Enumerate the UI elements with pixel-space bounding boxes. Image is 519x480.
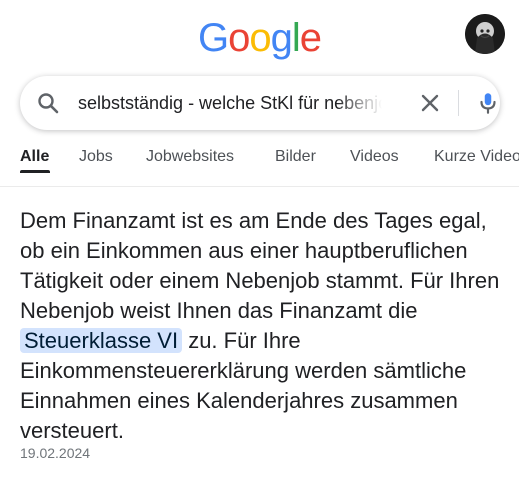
tab-videos[interactable]: Videos — [350, 148, 399, 166]
header: Google — [0, 0, 519, 72]
tabs-divider — [0, 186, 519, 187]
tab-short-videos[interactable]: Kurze Videos — [434, 148, 519, 166]
snippet-text-before: Dem Finanzamt ist es am Ende des Tages e… — [20, 208, 500, 323]
tab-jobwebsites[interactable]: Jobwebsites — [146, 148, 234, 166]
mic-icon[interactable] — [475, 90, 501, 116]
tab-jobs[interactable]: Jobs — [79, 148, 113, 166]
featured-snippet-text: Dem Finanzamt ist es am Ende des Tages e… — [20, 206, 505, 446]
logo-letter: G — [197, 16, 229, 60]
search-divider — [458, 90, 459, 116]
logo-letter: l — [291, 16, 301, 60]
tab-all[interactable]: Alle — [20, 148, 49, 166]
logo-letter: o — [249, 16, 271, 60]
avatar[interactable] — [465, 14, 505, 54]
search-tabs: Alle Jobs Jobwebsites Bilder Videos Kurz… — [0, 140, 519, 186]
search-bar[interactable]: selbstständig - welche StKl für nebenjob — [20, 76, 500, 130]
search-icon — [38, 93, 59, 114]
clear-icon[interactable] — [418, 91, 442, 115]
avatar-image — [465, 14, 505, 54]
logo-letter: o — [228, 16, 250, 60]
logo-letter: g — [270, 16, 293, 60]
tab-images[interactable]: Bilder — [275, 148, 316, 166]
search-input[interactable]: selbstständig - welche StKl für nebenjob — [78, 76, 382, 130]
logo-letter: e — [299, 16, 322, 60]
active-tab-indicator — [20, 170, 50, 173]
search-results-page: Google selbstständig - welche StKl für n… — [0, 0, 519, 480]
snippet-date: 19.02.2024 — [20, 445, 91, 461]
google-logo[interactable]: Google — [0, 14, 519, 62]
snippet-highlight: Steuerklasse VI — [20, 328, 183, 353]
